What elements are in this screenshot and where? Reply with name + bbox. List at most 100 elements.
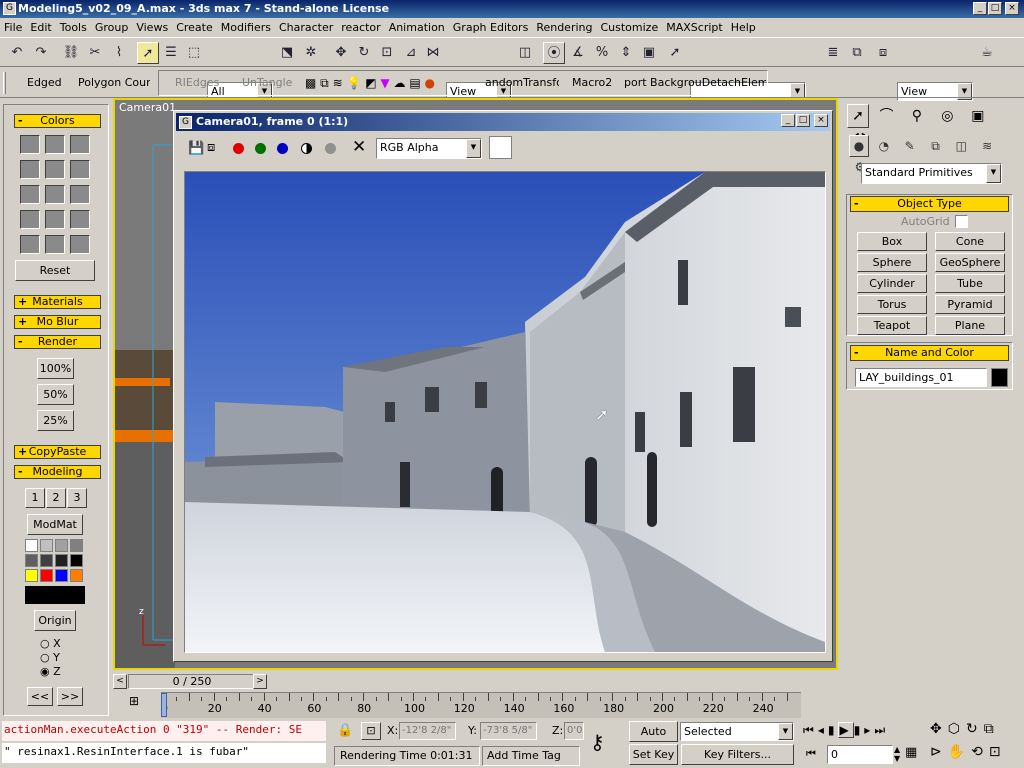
axis-x-radio[interactable]: ○ X bbox=[40, 637, 61, 651]
color-swatch[interactable] bbox=[70, 235, 90, 254]
snap-icon[interactable]: ⦿ bbox=[543, 42, 565, 64]
edit-named-sel-icon[interactable]: ▣ bbox=[638, 42, 660, 64]
clear-icon[interactable]: ✕ bbox=[352, 138, 366, 156]
active-color-swatch[interactable] bbox=[25, 586, 85, 604]
color-swatch[interactable] bbox=[45, 135, 65, 154]
scale-icon[interactable]: ⊡ bbox=[376, 42, 398, 64]
menu-rendering[interactable]: Rendering bbox=[532, 18, 596, 38]
render-close-button[interactable]: × bbox=[814, 114, 828, 127]
palette-swatch[interactable] bbox=[55, 539, 68, 552]
tag-icon[interactable]: ◩ bbox=[365, 76, 376, 90]
minimize-button[interactable]: _ bbox=[973, 2, 987, 15]
manipulate-icon[interactable]: ✲ bbox=[300, 42, 322, 64]
menu-graph-editors[interactable]: Graph Editors bbox=[449, 18, 533, 38]
arc-rotate-icon[interactable]: ⟲ bbox=[971, 744, 989, 760]
menu-tools[interactable]: Tools bbox=[56, 18, 91, 38]
zoom-all-icon[interactable]: ⬡ bbox=[948, 721, 966, 737]
prev-button[interactable]: << bbox=[27, 687, 53, 706]
color-swatch[interactable] bbox=[70, 160, 90, 179]
cloud-icon[interactable]: ☁ bbox=[393, 76, 405, 90]
time-prev-icon[interactable]: < bbox=[113, 674, 127, 689]
cylinder-button[interactable]: Cylinder bbox=[857, 274, 927, 293]
fov-icon[interactable]: ⊳ bbox=[930, 744, 948, 760]
close-button[interactable]: × bbox=[1005, 2, 1019, 15]
maxscript-listener[interactable]: actionMan.executeAction 0 "319" -- Rende… bbox=[2, 721, 326, 741]
cone-button[interactable]: Cone bbox=[935, 232, 1005, 251]
unlink-icon[interactable]: ✂ bbox=[84, 42, 106, 64]
clone-window-icon[interactable]: ⧈ bbox=[207, 140, 215, 155]
origin-button[interactable]: Origin bbox=[34, 610, 76, 631]
render-window-titlebar[interactable]: Camera01, frame 0 (1:1) bbox=[176, 113, 830, 131]
lights-icon[interactable]: ✎ bbox=[899, 136, 921, 156]
palette-swatch[interactable] bbox=[40, 539, 53, 552]
plane-button[interactable]: Plane bbox=[935, 316, 1005, 335]
polygon-counter-button[interactable]: Polygon Counte bbox=[78, 72, 150, 94]
palette-swatch[interactable] bbox=[70, 539, 83, 552]
axis-y-radio[interactable]: ○ Y bbox=[40, 651, 61, 665]
menu-edit[interactable]: Edit bbox=[26, 18, 55, 38]
rledges-button[interactable]: RIEdges bbox=[175, 72, 219, 94]
reset-button[interactable]: Reset bbox=[15, 260, 95, 281]
color-swatch[interactable] bbox=[45, 160, 65, 179]
select-object-icon[interactable]: ➚ bbox=[137, 42, 159, 64]
palette-swatch[interactable] bbox=[25, 539, 38, 552]
color-swatch[interactable] bbox=[45, 210, 65, 229]
rotate-icon[interactable]: ↻ bbox=[353, 42, 375, 64]
min-max-toggle-icon[interactable]: ⊡ bbox=[989, 744, 1007, 760]
object-type-rollout[interactable]: - Object Type bbox=[850, 196, 1009, 212]
pyramid-button[interactable]: Pyramid bbox=[935, 295, 1005, 314]
percent-snap-icon[interactable]: % bbox=[591, 42, 613, 64]
channel-select[interactable]: RGB Alpha ▼ bbox=[376, 138, 482, 159]
pan-icon[interactable]: ✋ bbox=[948, 744, 971, 760]
red-channel-icon[interactable] bbox=[233, 143, 244, 154]
palette-swatch[interactable] bbox=[55, 554, 68, 567]
menu-create[interactable]: Create bbox=[172, 18, 217, 38]
key-mode-select[interactable]: Selected ▼ bbox=[680, 722, 794, 741]
object-color-swatch[interactable] bbox=[991, 368, 1008, 387]
render-50-button[interactable]: 50% bbox=[37, 384, 74, 405]
bind-spacewarp-icon[interactable]: ⌇ bbox=[108, 42, 130, 64]
macro2-button[interactable]: Macro2 bbox=[572, 72, 612, 94]
copypaste-rollout[interactable]: + CopyPaste bbox=[14, 445, 101, 459]
sphere-button[interactable]: Sphere bbox=[857, 253, 927, 272]
render-25-button[interactable]: 25% bbox=[37, 410, 74, 431]
spinner-snap-icon[interactable]: ⇕ bbox=[615, 42, 637, 64]
menu-help[interactable]: Help bbox=[727, 18, 760, 38]
palette-swatch[interactable] bbox=[40, 569, 53, 582]
spectrum-icon[interactable]: ▼ bbox=[380, 76, 389, 90]
color-swatch[interactable] bbox=[70, 135, 90, 154]
viewport-label[interactable]: Camera01 bbox=[119, 101, 176, 114]
autogrid-checkbox[interactable] bbox=[955, 215, 968, 228]
palette-swatch[interactable] bbox=[25, 554, 38, 567]
key-filters-button[interactable]: Key Filters... bbox=[681, 744, 794, 765]
x-coord-input[interactable]: -12'8 2/8" bbox=[399, 722, 456, 740]
palette-swatch[interactable] bbox=[70, 554, 83, 567]
prev-frame-icon[interactable]: ◂▮ bbox=[818, 723, 839, 737]
render-rollout[interactable]: - Render bbox=[14, 335, 101, 349]
current-frame-input[interactable]: 0 bbox=[827, 745, 893, 764]
layer-manager-icon[interactable]: ⧉ bbox=[846, 42, 868, 64]
color-swatch[interactable] bbox=[45, 235, 65, 254]
pivot-icon[interactable]: ◫ bbox=[514, 42, 536, 64]
cameras-icon[interactable]: ⧉ bbox=[924, 136, 946, 156]
time-config-icon[interactable]: ▦ bbox=[905, 745, 917, 760]
color-preview-swatch[interactable] bbox=[489, 136, 512, 159]
align-icon[interactable]: ⋈ bbox=[422, 42, 444, 64]
toolbar-grip[interactable] bbox=[3, 72, 6, 94]
image-icon[interactable]: ▩ bbox=[305, 76, 316, 90]
monochrome-icon[interactable] bbox=[325, 143, 336, 154]
palette-swatch[interactable] bbox=[55, 569, 68, 582]
helpers-icon[interactable]: ◫ bbox=[950, 136, 972, 156]
z-coord-input[interactable]: 0'0" bbox=[564, 722, 584, 740]
geometry-icon[interactable]: ● bbox=[849, 135, 869, 157]
display-tab-icon[interactable]: ▣ bbox=[965, 105, 991, 127]
color-swatch[interactable] bbox=[20, 160, 40, 179]
motion-tab-icon[interactable]: ◎ bbox=[934, 105, 960, 127]
color-swatch[interactable] bbox=[20, 210, 40, 229]
rect-selection-icon[interactable]: ⬚ bbox=[183, 42, 205, 64]
y-coord-input[interactable]: -73'8 5/8" bbox=[480, 722, 537, 740]
menu-views[interactable]: Views bbox=[132, 18, 172, 38]
key-mode-toggle-icon[interactable]: ⏮ bbox=[806, 747, 816, 761]
frame-spinner[interactable]: ▲ ▼ bbox=[894, 745, 900, 763]
next-frame-icon[interactable]: ▮▸ bbox=[854, 723, 875, 737]
